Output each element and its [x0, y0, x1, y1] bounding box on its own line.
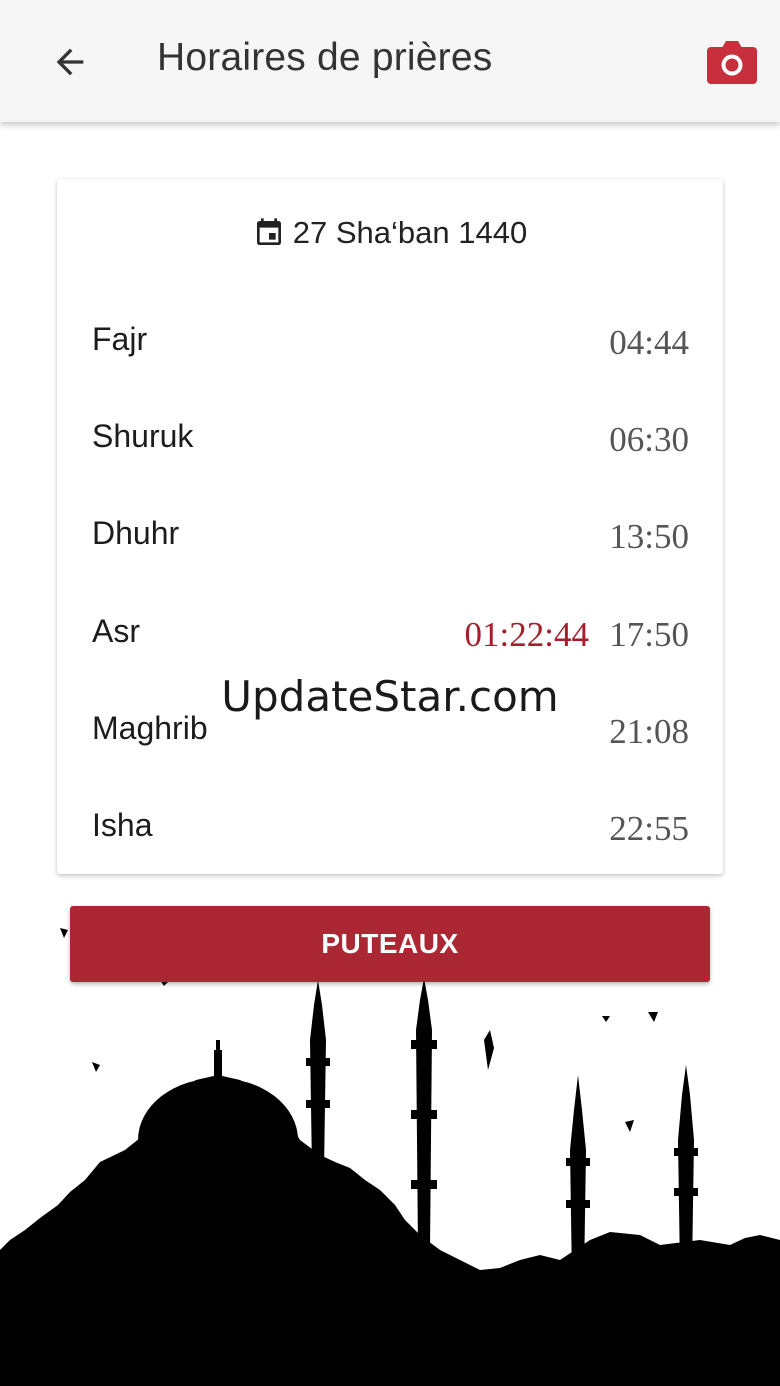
calendar-icon: [253, 217, 285, 249]
prayer-time: 22:55: [609, 809, 689, 848]
watermark: UpdateStar.com: [221, 672, 559, 721]
arrow-left-icon: [56, 48, 84, 76]
prayer-name: Asr: [92, 613, 140, 649]
prayer-time: 17:50: [609, 615, 689, 654]
prayer-times-card: 27 Sha‘ban 1440 Fajr 04:44 Shuruk 06:30 …: [57, 179, 723, 874]
prayer-time: 04:44: [609, 323, 689, 362]
hijri-date: 27 Sha‘ban 1440: [292, 215, 528, 250]
prayer-row-asr: Asr 01:22:44 17:50: [92, 613, 689, 663]
prayer-name: Isha: [92, 807, 153, 843]
prayer-time: 13:50: [609, 517, 689, 556]
prayer-name: Dhuhr: [92, 515, 180, 551]
prayer-row-dhuhr: Dhuhr 13:50: [92, 515, 689, 565]
camera-button[interactable]: [704, 34, 760, 90]
hijri-date-row: 27 Sha‘ban 1440: [57, 215, 723, 251]
city-button[interactable]: PUTEAUX: [70, 906, 710, 982]
back-button[interactable]: [40, 32, 100, 92]
next-prayer-countdown: 01:22:44: [464, 615, 589, 654]
camera-icon: [707, 41, 757, 84]
app-bar: Horaires de prières: [0, 0, 780, 122]
prayer-name: Fajr: [92, 321, 148, 357]
prayer-row-fajr: Fajr 04:44: [92, 321, 689, 371]
prayer-row-shuruk: Shuruk 06:30: [92, 418, 689, 468]
prayer-row-isha: Isha 22:55: [92, 807, 689, 857]
prayer-name: Shuruk: [92, 418, 194, 454]
prayer-time: 06:30: [609, 420, 689, 459]
page-title: Horaires de prières: [157, 36, 493, 79]
